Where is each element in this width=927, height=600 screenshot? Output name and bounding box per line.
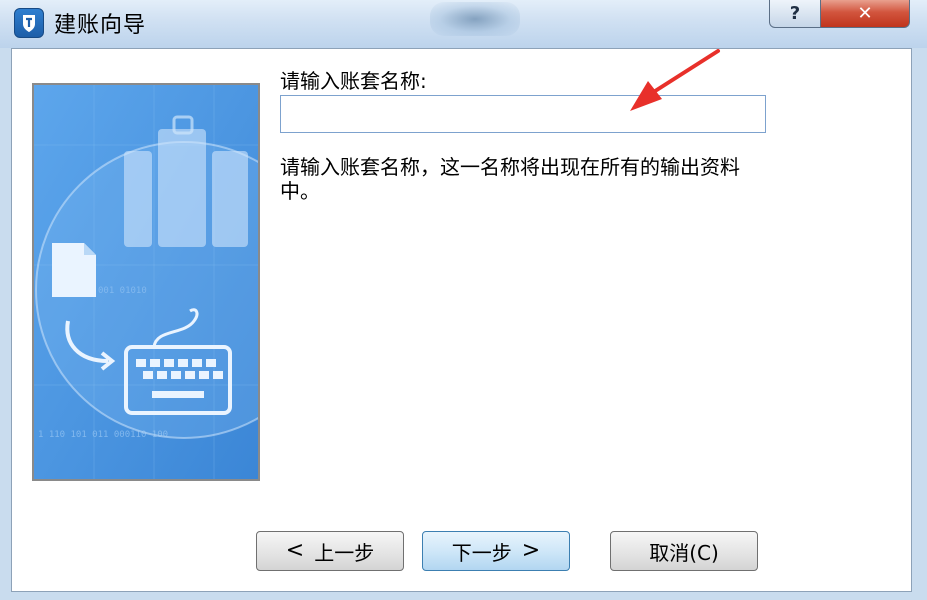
cancel-label: 取消(C) bbox=[649, 540, 719, 565]
window-title: 建账向导 bbox=[54, 13, 147, 38]
cancel-button[interactable]: 取消(C) bbox=[610, 531, 758, 571]
help-button[interactable]: ? bbox=[769, 0, 821, 28]
wizard-banner-image: 1 110 101 011 000110 100 001 01010 bbox=[32, 83, 260, 481]
help-icon: ? bbox=[789, 3, 801, 24]
close-icon: ✕ bbox=[857, 3, 873, 24]
title-bar-blur bbox=[430, 2, 520, 36]
banner-binary-text-2: 001 01010 bbox=[98, 286, 147, 296]
prev-step-label: 上一步 bbox=[314, 540, 375, 565]
account-name-label: 请输入账套名称: bbox=[280, 69, 427, 93]
next-step-button[interactable]: 下一步 > bbox=[422, 531, 570, 571]
chevron-left-icon: < bbox=[285, 538, 305, 563]
banner-binary-text-1: 1 110 101 011 000110 100 bbox=[38, 430, 168, 440]
chevron-right-icon: > bbox=[521, 538, 541, 563]
account-name-description: 请输入账套名称，这一名称将出现在所有的输出资料中。 bbox=[280, 155, 740, 203]
app-icon bbox=[14, 8, 44, 38]
next-step-label: 下一步 bbox=[451, 540, 512, 565]
wizard-panel: 1 110 101 011 000110 100 001 01010 请输入账套… bbox=[11, 48, 912, 592]
title-bar[interactable]: 建账向导 ? ✕ bbox=[0, 0, 927, 48]
annotation-arrow-icon bbox=[630, 49, 720, 111]
close-button[interactable]: ✕ bbox=[820, 0, 910, 28]
prev-step-button[interactable]: < 上一步 bbox=[256, 531, 404, 571]
